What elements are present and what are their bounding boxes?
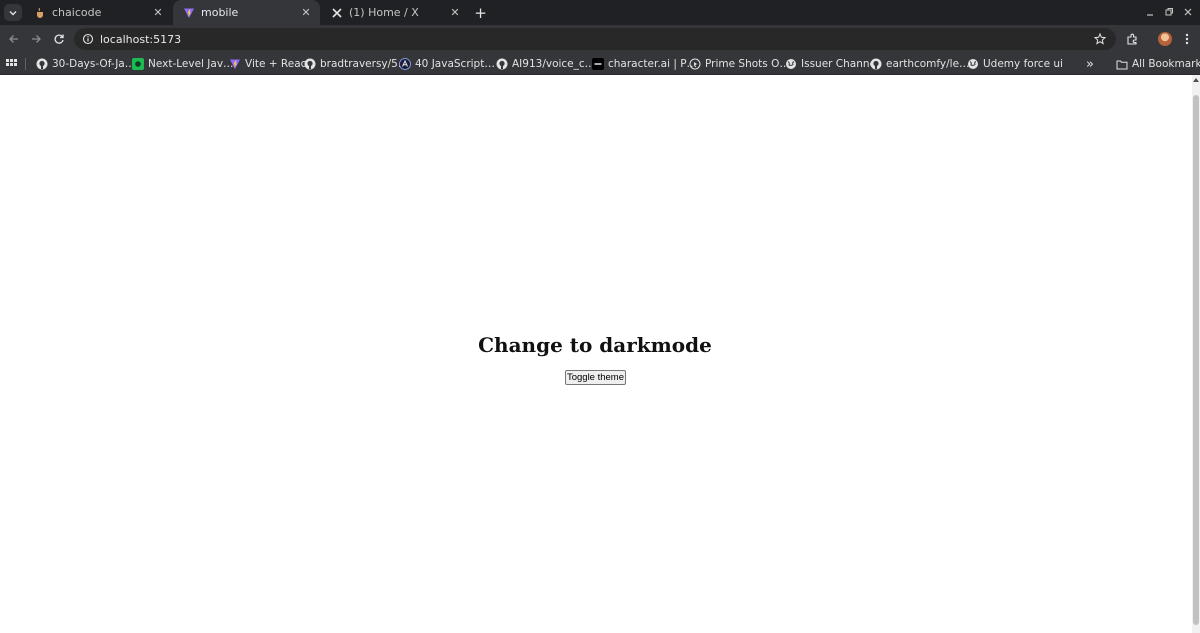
bookmarks-divider: [25, 58, 26, 70]
x-logo-icon: [331, 7, 343, 19]
extensions-icon[interactable]: [1123, 30, 1141, 48]
github-icon: [36, 58, 48, 70]
apps-grid-icon[interactable]: [6, 56, 17, 72]
tab-title: mobile: [201, 6, 239, 19]
green-square-icon: [132, 58, 144, 70]
github-icon: [304, 58, 316, 70]
a-circle-icon: [399, 58, 411, 70]
globe-icon: [785, 58, 797, 70]
folder-icon: [1116, 58, 1128, 70]
scrollbar[interactable]: [1192, 75, 1200, 633]
bookmark-30-days-of-js[interactable]: 30-Days-Of-Ja…: [36, 56, 135, 72]
bookmark-label: Udemy force ui: [983, 58, 1063, 70]
address-bar[interactable]: localhost:5173: [74, 28, 1116, 50]
tab-chaicode[interactable]: chaicode ✕: [24, 0, 172, 25]
close-icon[interactable]: ✕: [152, 6, 164, 19]
reload-button[interactable]: [50, 30, 68, 48]
browser-toolbar: localhost:5173: [0, 25, 1200, 53]
play-circle-icon: [689, 58, 701, 70]
tab-title: (1) Home / X: [349, 6, 419, 19]
url-text[interactable]: localhost:5173: [100, 33, 181, 46]
chaicode-icon: [34, 7, 46, 19]
tab-title: chaicode: [52, 6, 102, 19]
character-ai-icon: [592, 58, 604, 70]
menu-kebab-icon[interactable]: [1178, 30, 1196, 48]
bookmark-bradtraversy[interactable]: bradtraversy/5…: [304, 56, 408, 72]
vite-icon: [229, 58, 241, 70]
reload-icon: [53, 33, 65, 45]
scroll-up-arrow-icon[interactable]: [1193, 78, 1199, 82]
page-viewport: Change to darkmode Toggle theme: [0, 75, 1200, 633]
github-icon: [870, 58, 882, 70]
bookmark-character-ai[interactable]: character.ai | P…: [592, 56, 697, 72]
window-close-icon[interactable]: [1181, 5, 1195, 19]
page-heading: Change to darkmode: [478, 333, 712, 357]
avatar: [1158, 32, 1172, 46]
bookmark-label: AI913/voice_c…: [512, 58, 596, 70]
all-bookmarks-label: All Bookmarks: [1132, 58, 1200, 70]
back-button[interactable]: [5, 30, 23, 48]
bookmarks-overflow-button[interactable]: »: [1086, 56, 1094, 72]
site-info-icon[interactable]: [76, 33, 100, 45]
scrollbar-thumb[interactable]: [1193, 95, 1199, 625]
arrow-right-icon: [30, 33, 42, 45]
vite-icon: [183, 7, 195, 19]
star-icon[interactable]: [1092, 31, 1108, 47]
arrow-left-icon: [8, 33, 20, 45]
bookmark-label: earthcomfy/le…: [886, 58, 970, 70]
bookmark-vite-react[interactable]: Vite + React: [229, 56, 311, 72]
bookmark-prime-shots[interactable]: Prime Shots O…: [689, 56, 790, 72]
bookmark-label: character.ai | P…: [608, 58, 698, 70]
new-tab-button[interactable]: +: [472, 4, 489, 22]
bookmark-label: bradtraversy/5…: [320, 58, 409, 70]
tab-strip: chaicode ✕ mobile ✕ (1) Home / X ✕ +: [0, 0, 1200, 25]
tab-mobile[interactable]: mobile ✕: [173, 0, 320, 25]
bookmark-label: Next-Level Jav…: [148, 58, 234, 70]
forward-button[interactable]: [27, 30, 45, 48]
minimize-icon[interactable]: [1143, 5, 1157, 19]
bookmark-earthcomfy[interactable]: earthcomfy/le…: [870, 56, 970, 72]
bookmark-label: Prime Shots O…: [705, 58, 790, 70]
bookmark-label: 30-Days-Of-Ja…: [52, 58, 136, 70]
profile-avatar[interactable]: [1156, 30, 1174, 48]
bookmark-udemy-force-ui[interactable]: Udemy force ui: [967, 56, 1063, 72]
toggle-theme-button[interactable]: Toggle theme: [565, 370, 626, 385]
bookmark-label: Vite + React: [245, 58, 311, 70]
bookmark-40-javascript[interactable]: 40 JavaScript…: [399, 56, 495, 72]
tab-x-home[interactable]: (1) Home / X ✕: [321, 0, 469, 25]
close-icon[interactable]: ✕: [449, 6, 461, 19]
bookmark-issuer-channel[interactable]: Issuer Channel: [785, 56, 879, 72]
bookmarks-bar: 30-Days-Of-Ja… Next-Level Jav… Vite + Re…: [0, 53, 1200, 75]
chevron-down-icon: [8, 8, 18, 18]
tab-search-button[interactable]: [4, 4, 22, 21]
github-icon: [496, 58, 508, 70]
bookmark-next-level-js[interactable]: Next-Level Jav…: [132, 56, 234, 72]
restore-icon[interactable]: [1162, 5, 1176, 19]
bookmark-ai913-voice[interactable]: AI913/voice_c…: [496, 56, 595, 72]
bookmark-label: 40 JavaScript…: [415, 58, 495, 70]
all-bookmarks-button[interactable]: All Bookmarks: [1116, 56, 1200, 72]
bookmark-label: Issuer Channel: [801, 58, 879, 70]
globe-icon: [967, 58, 979, 70]
close-icon[interactable]: ✕: [300, 6, 312, 19]
